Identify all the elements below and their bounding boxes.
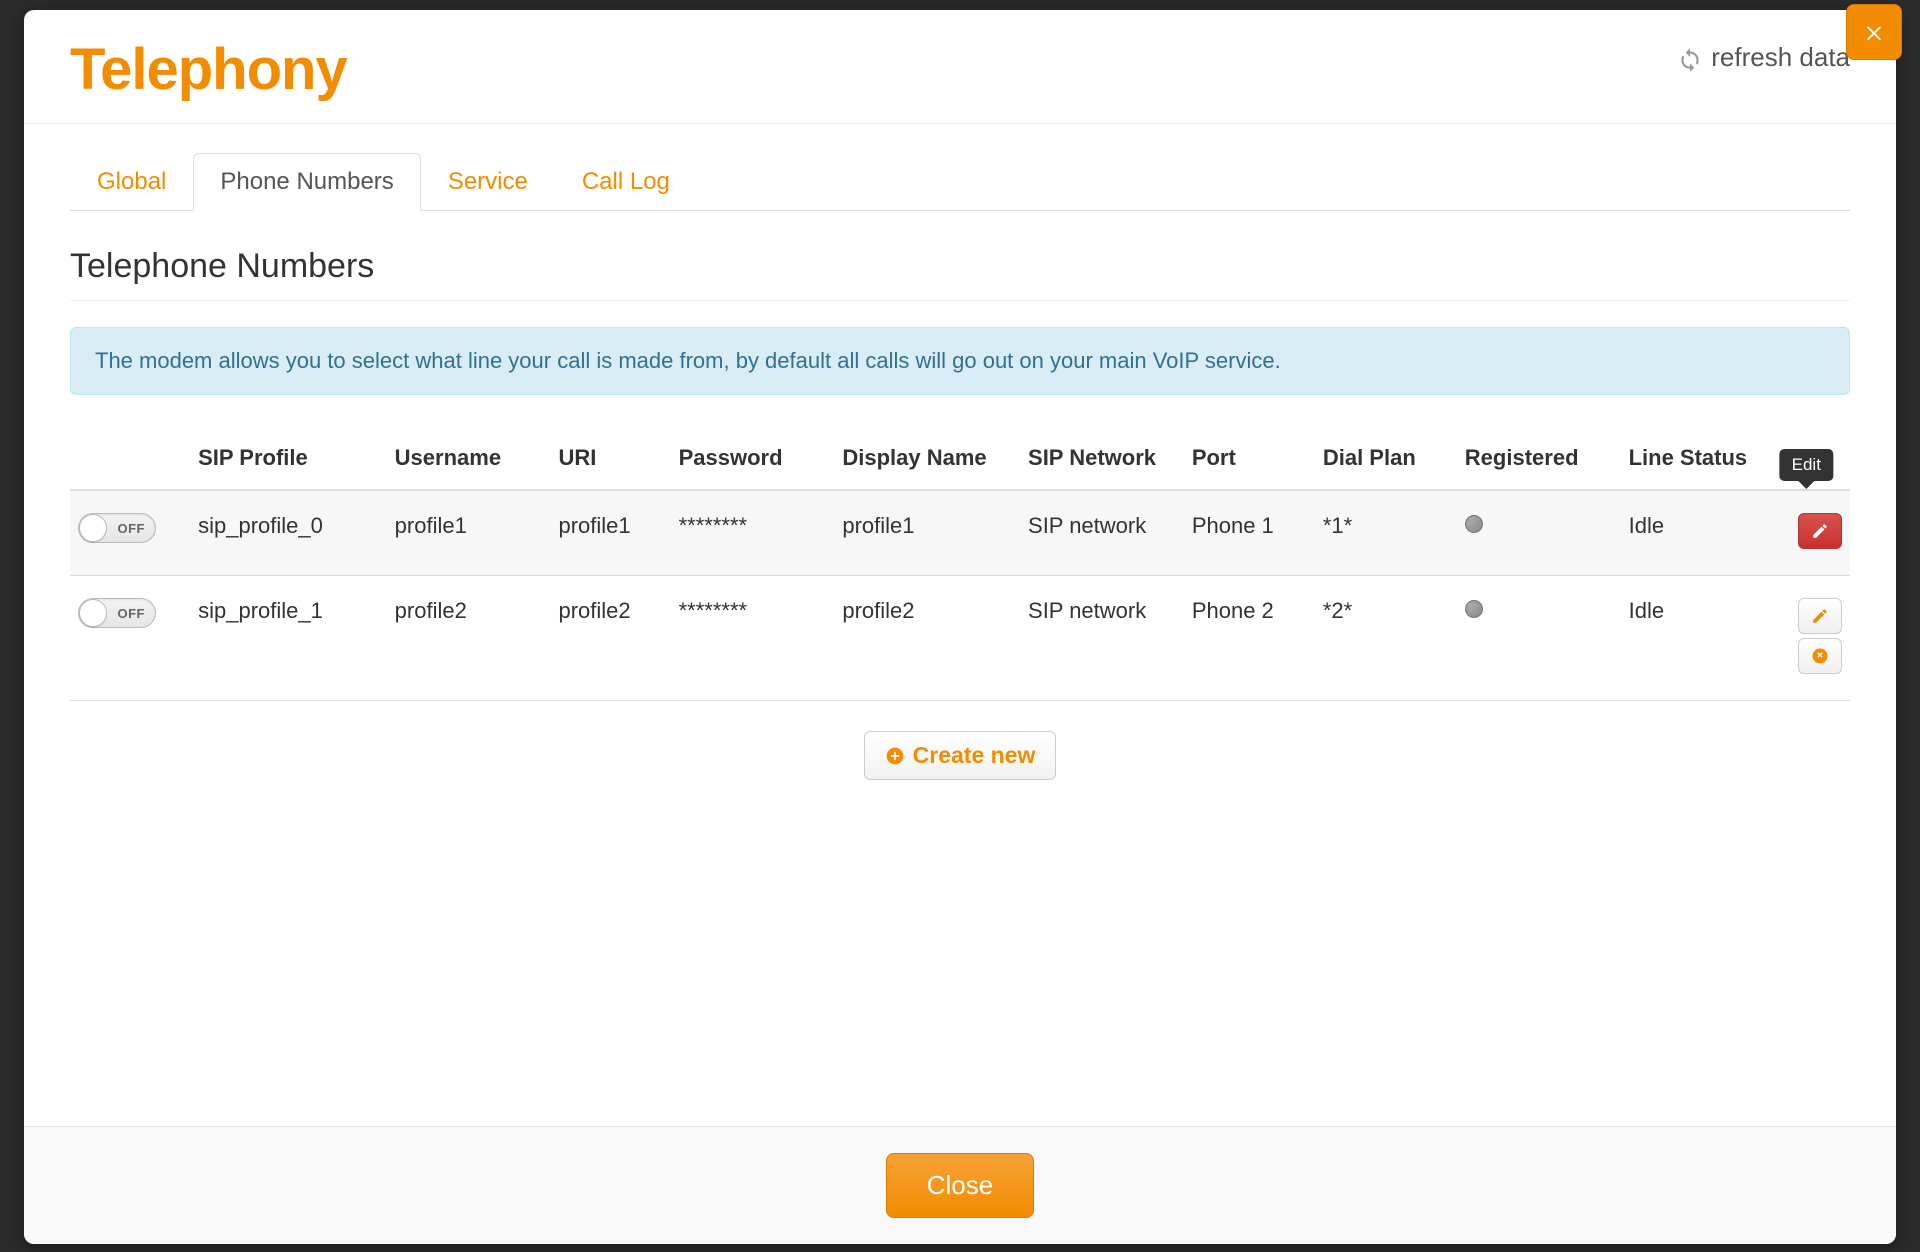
cell-port: Phone 2 bbox=[1184, 576, 1315, 701]
cell-line-status: Idle bbox=[1621, 490, 1763, 576]
cell-uri: profile2 bbox=[550, 576, 670, 701]
toggle-knob bbox=[79, 599, 107, 627]
cell-display-name: profile2 bbox=[834, 576, 1020, 701]
col-port: Port bbox=[1184, 433, 1315, 490]
delete-icon bbox=[1811, 647, 1829, 665]
cell-sip-profile: sip_profile_0 bbox=[190, 490, 387, 576]
col-uri: URI bbox=[550, 433, 670, 490]
tab-global[interactable]: Global bbox=[70, 153, 193, 211]
cell-sip-network: SIP network bbox=[1020, 490, 1184, 576]
table-row: OFF sip_profile_1 profile2 profile2 ****… bbox=[70, 576, 1850, 701]
modal-header: Telephony refresh data bbox=[24, 10, 1896, 124]
cell-line-status: Idle bbox=[1621, 576, 1763, 701]
registered-indicator bbox=[1465, 515, 1483, 533]
create-new-label: Create new bbox=[913, 742, 1036, 769]
create-new-button[interactable]: Create new bbox=[864, 731, 1057, 780]
cell-dial-plan: *1* bbox=[1315, 490, 1457, 576]
cell-password: ******** bbox=[671, 490, 835, 576]
cell-uri: profile1 bbox=[550, 490, 670, 576]
registered-indicator bbox=[1465, 600, 1483, 618]
edit-button[interactable] bbox=[1798, 513, 1842, 549]
toggle-off-label: OFF bbox=[118, 521, 146, 536]
modal-body: Global Phone Numbers Service Call Log Te… bbox=[24, 124, 1896, 1126]
plus-circle-icon bbox=[885, 746, 905, 766]
col-display-name: Display Name bbox=[834, 433, 1020, 490]
col-sip-profile: SIP Profile bbox=[190, 433, 387, 490]
cell-dial-plan: *2* bbox=[1315, 576, 1457, 701]
edit-button[interactable] bbox=[1798, 598, 1842, 634]
col-password: Password bbox=[671, 433, 835, 490]
col-dial-plan: Dial Plan bbox=[1315, 433, 1457, 490]
cell-port: Phone 1 bbox=[1184, 490, 1315, 576]
enable-toggle[interactable]: OFF bbox=[78, 513, 156, 543]
telephony-modal: Telephony refresh data Global Phone Numb… bbox=[24, 10, 1896, 1244]
modal-footer: Close bbox=[24, 1126, 1896, 1244]
toggle-off-label: OFF bbox=[118, 606, 146, 621]
tab-phone-numbers[interactable]: Phone Numbers bbox=[193, 153, 420, 211]
col-sip-network: SIP Network bbox=[1020, 433, 1184, 490]
modal-close-button[interactable] bbox=[1846, 4, 1902, 60]
table-row: OFF sip_profile_0 profile1 profile1 ****… bbox=[70, 490, 1850, 576]
cell-username: profile1 bbox=[387, 490, 551, 576]
col-line-status: Line Status bbox=[1621, 433, 1763, 490]
refresh-data-link[interactable]: refresh data bbox=[1677, 42, 1850, 73]
cell-username: profile2 bbox=[387, 576, 551, 701]
col-username: Username bbox=[387, 433, 551, 490]
close-icon bbox=[1863, 21, 1885, 43]
section-title: Telephone Numbers bbox=[70, 247, 1850, 301]
tab-service[interactable]: Service bbox=[421, 153, 555, 211]
cell-display-name: profile1 bbox=[834, 490, 1020, 576]
refresh-label: refresh data bbox=[1711, 42, 1850, 73]
cell-sip-network: SIP network bbox=[1020, 576, 1184, 701]
edit-icon bbox=[1811, 522, 1829, 540]
edit-icon bbox=[1811, 607, 1829, 625]
toggle-knob bbox=[79, 514, 107, 542]
cell-sip-profile: sip_profile_1 bbox=[190, 576, 387, 701]
tab-bar: Global Phone Numbers Service Call Log bbox=[70, 152, 1850, 211]
info-alert: The modem allows you to select what line… bbox=[70, 327, 1850, 395]
cell-password: ******** bbox=[671, 576, 835, 701]
phone-numbers-table: SIP Profile Username URI Password Displa… bbox=[70, 433, 1850, 701]
col-toggle bbox=[70, 433, 190, 490]
page-title: Telephony bbox=[70, 36, 347, 103]
edit-tooltip: Edit bbox=[1780, 449, 1833, 481]
close-button[interactable]: Close bbox=[886, 1153, 1034, 1218]
delete-button[interactable] bbox=[1798, 638, 1842, 674]
tab-call-log[interactable]: Call Log bbox=[555, 153, 697, 211]
refresh-icon bbox=[1677, 45, 1703, 71]
col-registered: Registered bbox=[1457, 433, 1621, 490]
enable-toggle[interactable]: OFF bbox=[78, 598, 156, 628]
